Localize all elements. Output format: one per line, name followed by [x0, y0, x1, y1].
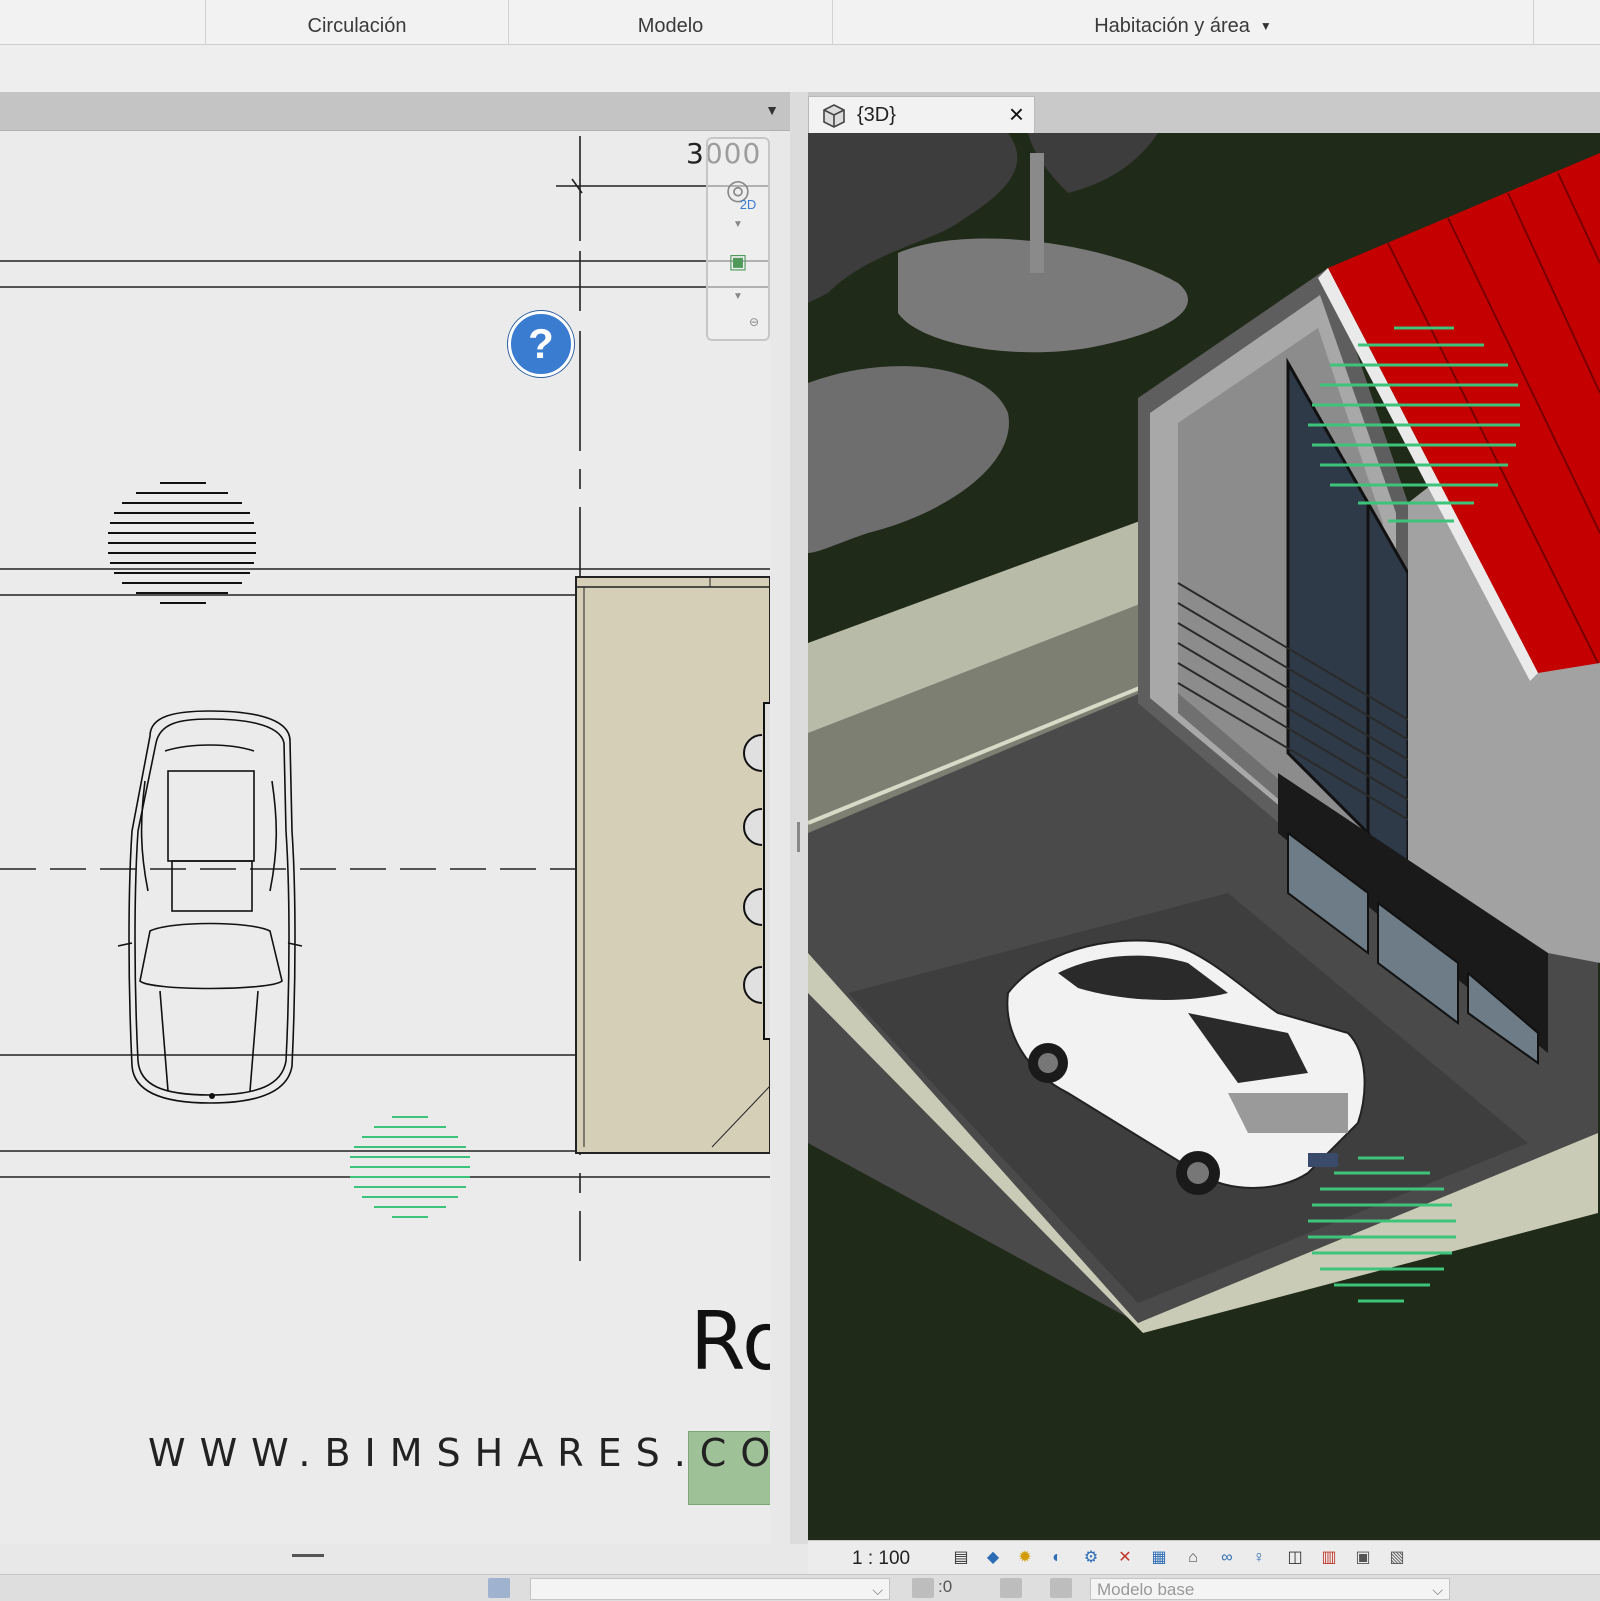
navigation-bar: ◎ 2D ▼ ▣ ▼ ⊖: [706, 137, 770, 341]
shadows-icon[interactable]: ◐: [1046, 1547, 1068, 1569]
crop-view-icon[interactable]: ✕: [1114, 1547, 1136, 1569]
ribbon-separator: [1533, 0, 1534, 44]
workset-dropdown[interactable]: ⌵: [530, 1578, 890, 1600]
tab-label: Circulación: [307, 15, 407, 37]
tab-circulacion[interactable]: Circulación: [206, 0, 508, 44]
help-icon[interactable]: ?: [508, 311, 574, 377]
design-options-icon[interactable]: [1000, 1578, 1022, 1598]
tab-3d-label: {3D}: [857, 104, 896, 126]
tab-modelo[interactable]: Modelo: [509, 0, 832, 44]
visual-style-icon[interactable]: ◆: [982, 1547, 1004, 1569]
analytical-model-icon[interactable]: ◫: [1284, 1547, 1306, 1569]
show-crop-icon[interactable]: ▦: [1148, 1547, 1170, 1569]
close-icon[interactable]: ⊖: [724, 315, 770, 329]
highlight-displacement-icon[interactable]: ▥: [1318, 1547, 1340, 1569]
dropdown-caret-icon: ▼: [1259, 19, 1272, 33]
detail-level-icon[interactable]: ▤: [950, 1547, 972, 1569]
view-tab-bar: {3D} ×: [808, 92, 1600, 134]
worksharing-icon[interactable]: ▧: [1386, 1547, 1408, 1569]
worksets-icon[interactable]: [488, 1578, 510, 1598]
ribbon-tab-bar: Circulación Modelo Habitación y área ▼: [0, 0, 1600, 45]
tab-3d-view[interactable]: {3D} ×: [808, 96, 1035, 134]
chevron-down-icon: ⌵: [872, 1582, 883, 1598]
zoom-region-icon[interactable]: ▣: [708, 249, 768, 274]
status-bar: ⌵ :0 Modelo base ⌵: [0, 1574, 1600, 1601]
design-option-dropdown[interactable]: Modelo base ⌵: [1090, 1578, 1450, 1600]
plan-view-titlebar: ▼: [0, 92, 790, 131]
tab-habitacion-y-area[interactable]: Habitación y área ▼: [833, 0, 1533, 44]
nav-2d-label: 2D: [739, 197, 757, 212]
chevron-down-icon: ⌵: [1432, 1582, 1443, 1598]
reveal-hidden-icon[interactable]: ♀: [1248, 1547, 1270, 1569]
floor-plan-drawing: [0, 136, 770, 1261]
chevron-down-icon[interactable]: ▼: [708, 219, 768, 230]
minimize-dash-icon[interactable]: [292, 1554, 324, 1557]
room-label: Ro: [690, 1295, 770, 1388]
close-icon[interactable]: ×: [1009, 99, 1024, 130]
3d-model-render: [808, 133, 1600, 1540]
view-control-bar: 1 : 100 ▤ ◆ ✹ ◐ ⚙ ✕ ▦ ⌂ ∞ ♀ ◫ ▥ ▣ ▧: [808, 1540, 1600, 1575]
cube-icon: [823, 104, 845, 128]
view-splitter[interactable]: [790, 92, 808, 1544]
editable-count: :0: [938, 1577, 953, 1596]
render-icon[interactable]: ⚙: [1080, 1547, 1102, 1569]
view-menu-icon[interactable]: ▼: [760, 98, 784, 122]
unlock-3d-icon[interactable]: ⌂: [1182, 1547, 1204, 1569]
design-option-value: Modelo base: [1097, 1580, 1195, 1599]
view-scale[interactable]: 1 : 100: [852, 1548, 910, 1570]
splitter-grip-icon[interactable]: [797, 822, 800, 852]
tab-label: Habitación y área: [1094, 15, 1250, 37]
chevron-down-icon[interactable]: ▼: [708, 291, 768, 302]
sun-path-icon[interactable]: ✹: [1014, 1547, 1036, 1569]
temporary-hide-icon[interactable]: ∞: [1216, 1547, 1238, 1569]
editable-only-icon[interactable]: [912, 1578, 934, 1598]
ribbon-panel-area: [0, 45, 1600, 92]
watermark-text: WWW.BIMSHARES.COM: [148, 1431, 770, 1475]
temporary-view-icon[interactable]: ▣: [1352, 1547, 1374, 1569]
main-model-icon[interactable]: [1050, 1578, 1072, 1598]
3d-view-canvas[interactable]: [808, 133, 1600, 1540]
tab-label: Modelo: [637, 15, 704, 37]
floor-plan-canvas[interactable]: 3000 ◎ 2D ▼ ▣ ▼ ⊖ ? Ro WWW.BIMSHARES.COM: [0, 131, 770, 1544]
